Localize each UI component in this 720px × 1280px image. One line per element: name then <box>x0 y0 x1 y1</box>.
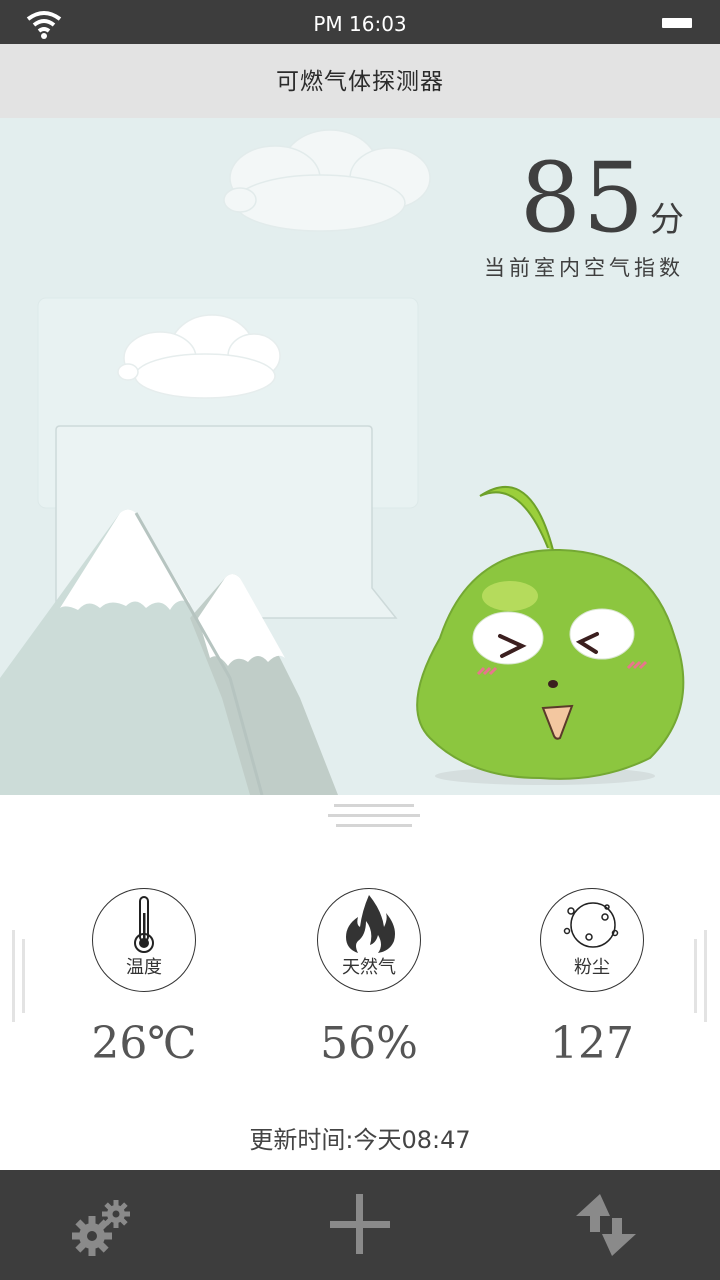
metric-dust-caption: 粉尘 <box>574 957 610 978</box>
air-index-label: 当前室内空气指数 <box>484 256 684 280</box>
refresh-icon[interactable] <box>566 1186 646 1266</box>
metric-temperature-value: 26℃ <box>91 1018 197 1069</box>
page-title: 可燃气体探测器 <box>276 69 444 95</box>
battery-icon <box>662 18 692 28</box>
metric-dust-value: 127 <box>550 1018 634 1069</box>
update-time: 更新时间:今天08:47 <box>249 1126 471 1154</box>
cloud-large <box>223 129 431 232</box>
metric-temperature[interactable]: 温度 26℃ <box>91 888 197 1069</box>
air-index-unit: 分 <box>650 200 684 240</box>
metric-temperature-caption: 温度 <box>126 957 162 978</box>
mascot <box>416 486 685 785</box>
metric-natural-gas-circle[interactable]: 天然气 <box>317 888 421 992</box>
settings-icon[interactable] <box>66 1186 146 1266</box>
metric-dust-circle[interactable]: 粉尘 <box>540 888 644 992</box>
title-bar: 可燃气体探测器 <box>0 44 720 118</box>
scroll-indicator-right[interactable] <box>694 930 708 1022</box>
bottom-toolbar <box>0 1170 720 1280</box>
metric-natural-gas-value: 56% <box>320 1018 418 1069</box>
metric-temperature-circle[interactable]: 温度 <box>92 888 196 992</box>
air-index-score: 85 <box>519 142 646 254</box>
status-time: PM 16:03 <box>313 12 407 36</box>
scroll-indicator-left[interactable] <box>12 930 26 1022</box>
metric-dust[interactable]: 粉尘 127 <box>540 888 644 1069</box>
add-icon[interactable] <box>320 1186 400 1266</box>
metric-natural-gas-caption: 天然气 <box>342 957 396 978</box>
air-index-panel: 85 分 当前室内空气指数 <box>424 148 684 282</box>
status-bar: PM 16:03 <box>0 0 720 44</box>
air-quality-scene: 85 分 当前室内空气指数 <box>0 118 720 795</box>
drag-handle[interactable] <box>328 804 420 834</box>
metric-natural-gas[interactable]: 天然气 56% <box>317 888 421 1069</box>
